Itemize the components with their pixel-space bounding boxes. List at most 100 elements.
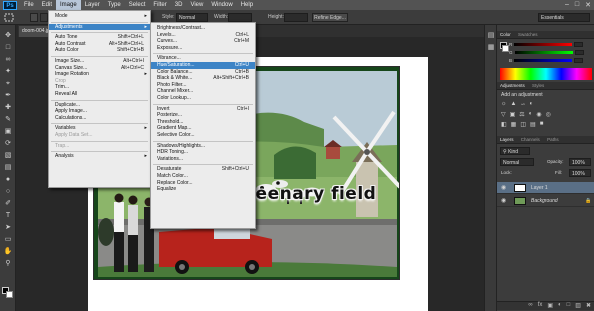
brightness-icon[interactable]: ☼	[501, 101, 507, 108]
menu-item-curves[interactable]: Curves... Ctrl+M	[151, 38, 255, 45]
tab-adjustments[interactable]: Adjustments	[497, 83, 528, 88]
dodge-icon[interactable]: ○	[3, 187, 13, 197]
tab-layers[interactable]: Layers	[497, 137, 517, 142]
menu-item-image-size[interactable]: Image Size... Alt+Ctrl+I	[49, 58, 150, 65]
blend-mode-select[interactable]: Normal	[500, 158, 534, 166]
menu-item-gradient-map[interactable]: Gradient Map...	[151, 125, 255, 132]
red-slider[interactable]: R	[509, 41, 593, 47]
type-tool-icon[interactable]: T	[3, 211, 13, 221]
menu-filter[interactable]: Filter	[149, 0, 170, 10]
menu-item-vibrance[interactable]: Vibrance...	[151, 55, 255, 62]
menu-item-auto-color[interactable]: Auto Color Shift+Ctrl+B	[49, 47, 150, 54]
menu-select[interactable]: Select	[125, 0, 150, 10]
menu-help[interactable]: Help	[237, 0, 257, 10]
path-select-icon[interactable]: ➤	[3, 223, 13, 233]
menu-edit[interactable]: Edit	[38, 0, 56, 10]
menu-item-mode[interactable]: Mode	[49, 13, 150, 20]
link-layers-icon[interactable]: ∞	[528, 302, 532, 310]
background-color-swatch[interactable]	[6, 291, 13, 298]
menu-item-reveal-all[interactable]: Reveal All	[49, 91, 150, 98]
move-tool-icon[interactable]: ✥	[3, 31, 13, 41]
lasso-icon[interactable]: ∞	[3, 55, 13, 65]
layer-kind-filter[interactable]: ⚲ Kind	[500, 147, 530, 155]
gradient-icon[interactable]: ▤	[3, 163, 13, 173]
channel-mixer-icon[interactable]: ◎	[546, 111, 551, 118]
eye-icon[interactable]: ◉	[501, 195, 506, 207]
menu-item-exposure[interactable]: Exposure...	[151, 45, 255, 52]
opacity-field[interactable]: 100%	[569, 158, 591, 166]
menu-item-color-balance[interactable]: Color Balance... Ctrl+B	[151, 69, 255, 76]
menu-item-black-white[interactable]: Black & White... Alt+Shift+Ctrl+B	[151, 75, 255, 82]
tab-swatches[interactable]: Swatches	[515, 32, 541, 37]
menu-item-channel-mixer[interactable]: Channel Mixer...	[151, 88, 255, 95]
layer-style-icon[interactable]: fx	[538, 302, 543, 310]
threshold-icon[interactable]: ◫	[520, 121, 526, 128]
height-field[interactable]	[284, 13, 308, 22]
menu-item-variations[interactable]: Variations...	[151, 156, 255, 163]
layer-row-background[interactable]: ◉ Background 🔒	[497, 195, 594, 207]
menu-item-hue-saturation[interactable]: Hue/Saturation... Ctrl+U	[151, 62, 255, 69]
marquee-icon[interactable]: □	[3, 43, 13, 53]
eye-icon[interactable]: ◉	[501, 182, 506, 194]
menu-layer[interactable]: Layer	[81, 0, 104, 10]
add-selection-icon[interactable]	[40, 13, 48, 22]
tab-paths[interactable]: Paths	[544, 137, 562, 142]
menu-item-duplicate[interactable]: Duplicate...	[49, 102, 150, 109]
new-layer-icon[interactable]: ▥	[575, 302, 581, 310]
menu-item-desaturate[interactable]: Desaturate Shift+Ctrl+U	[151, 166, 255, 173]
menu-item-match-color[interactable]: Match Color...	[151, 173, 255, 180]
menu-item-threshold[interactable]: Threshold...	[151, 119, 255, 126]
hand-icon[interactable]: ✋	[3, 247, 13, 257]
tab-channels[interactable]: Channels	[518, 137, 543, 142]
menu-item-variables[interactable]: Variables	[49, 125, 150, 132]
minimize-icon[interactable]: –	[565, 1, 569, 9]
healing-brush-icon[interactable]: ✚	[3, 103, 13, 113]
levels-icon[interactable]: ▲	[511, 101, 517, 108]
menu-item-apply-image[interactable]: Apply Image...	[49, 108, 150, 115]
menu-item-shadows-highlights[interactable]: Shadows/Highlights...	[151, 143, 255, 150]
menu-item-invert[interactable]: Invert Ctrl+I	[151, 106, 255, 113]
add-mask-icon[interactable]: ▣	[547, 302, 553, 310]
menu-item-color-lookup[interactable]: Color Lookup...	[151, 95, 255, 102]
color-balance-icon[interactable]: ⚖	[519, 111, 524, 118]
blur-icon[interactable]: ●	[3, 175, 13, 185]
menu-window[interactable]: Window	[207, 0, 236, 10]
menu-item-auto-contrast[interactable]: Auto Contrast Alt+Shift+Ctrl+L	[49, 41, 150, 48]
menu-item-brightness-contrast[interactable]: Brightness/Contrast...	[151, 25, 255, 32]
menu-item-auto-tone[interactable]: Auto Tone Shift+Ctrl+L	[49, 34, 150, 41]
new-group-icon[interactable]: □	[567, 302, 571, 310]
zoom-icon[interactable]: ⚲	[3, 259, 13, 269]
crop-icon[interactable]: ⌖	[3, 79, 13, 89]
menu-item-calculations[interactable]: Calculations...	[49, 115, 150, 122]
new-selection-icon[interactable]	[30, 13, 38, 22]
menu-image[interactable]: Image	[56, 0, 81, 10]
width-field[interactable]	[228, 13, 252, 22]
brush-icon[interactable]: ✎	[3, 115, 13, 125]
menu-view[interactable]: View	[186, 0, 207, 10]
menu-file[interactable]: File	[20, 0, 38, 10]
menu-item-posterize[interactable]: Posterize...	[151, 112, 255, 119]
menu-item-selective-color[interactable]: Selective Color...	[151, 132, 255, 139]
gradient-map-icon[interactable]: ▤	[530, 121, 536, 128]
invert-icon[interactable]: ◧	[501, 121, 507, 128]
menu-item-image-rotation[interactable]: Image Rotation	[49, 71, 150, 78]
refine-edge-button[interactable]: Refine Edge...	[312, 13, 348, 22]
menu-item-canvas-size[interactable]: Canvas Size... Alt+Ctrl+C	[49, 65, 150, 72]
exposure-icon[interactable]: ◐	[529, 101, 533, 108]
menu-item-adjustments[interactable]: Adjustments	[49, 23, 150, 31]
quick-select-icon[interactable]: ✦	[3, 67, 13, 77]
workspace-select[interactable]: Essentials	[538, 13, 590, 22]
marquee-tool-icon[interactable]	[4, 13, 14, 22]
menu-item-photo-filter[interactable]: Photo Filter...	[151, 82, 255, 89]
history-brush-icon[interactable]: ⟳	[3, 139, 13, 149]
history-panel-icon[interactable]: ▤	[486, 31, 496, 41]
pen-icon[interactable]: ✐	[3, 199, 13, 209]
menu-item-hdr-toning[interactable]: HDR Toning...	[151, 149, 255, 156]
shape-icon[interactable]: ▭	[3, 235, 13, 245]
curves-icon[interactable]: ∽	[520, 101, 525, 108]
menu-type[interactable]: Type	[104, 0, 125, 10]
properties-panel-icon[interactable]: ▦	[486, 43, 496, 53]
layer-row-layer1[interactable]: ◉ Layer 1	[497, 182, 594, 194]
menu-item-analysis[interactable]: Analysis	[49, 153, 150, 160]
fill-field[interactable]: 100%	[569, 169, 591, 177]
